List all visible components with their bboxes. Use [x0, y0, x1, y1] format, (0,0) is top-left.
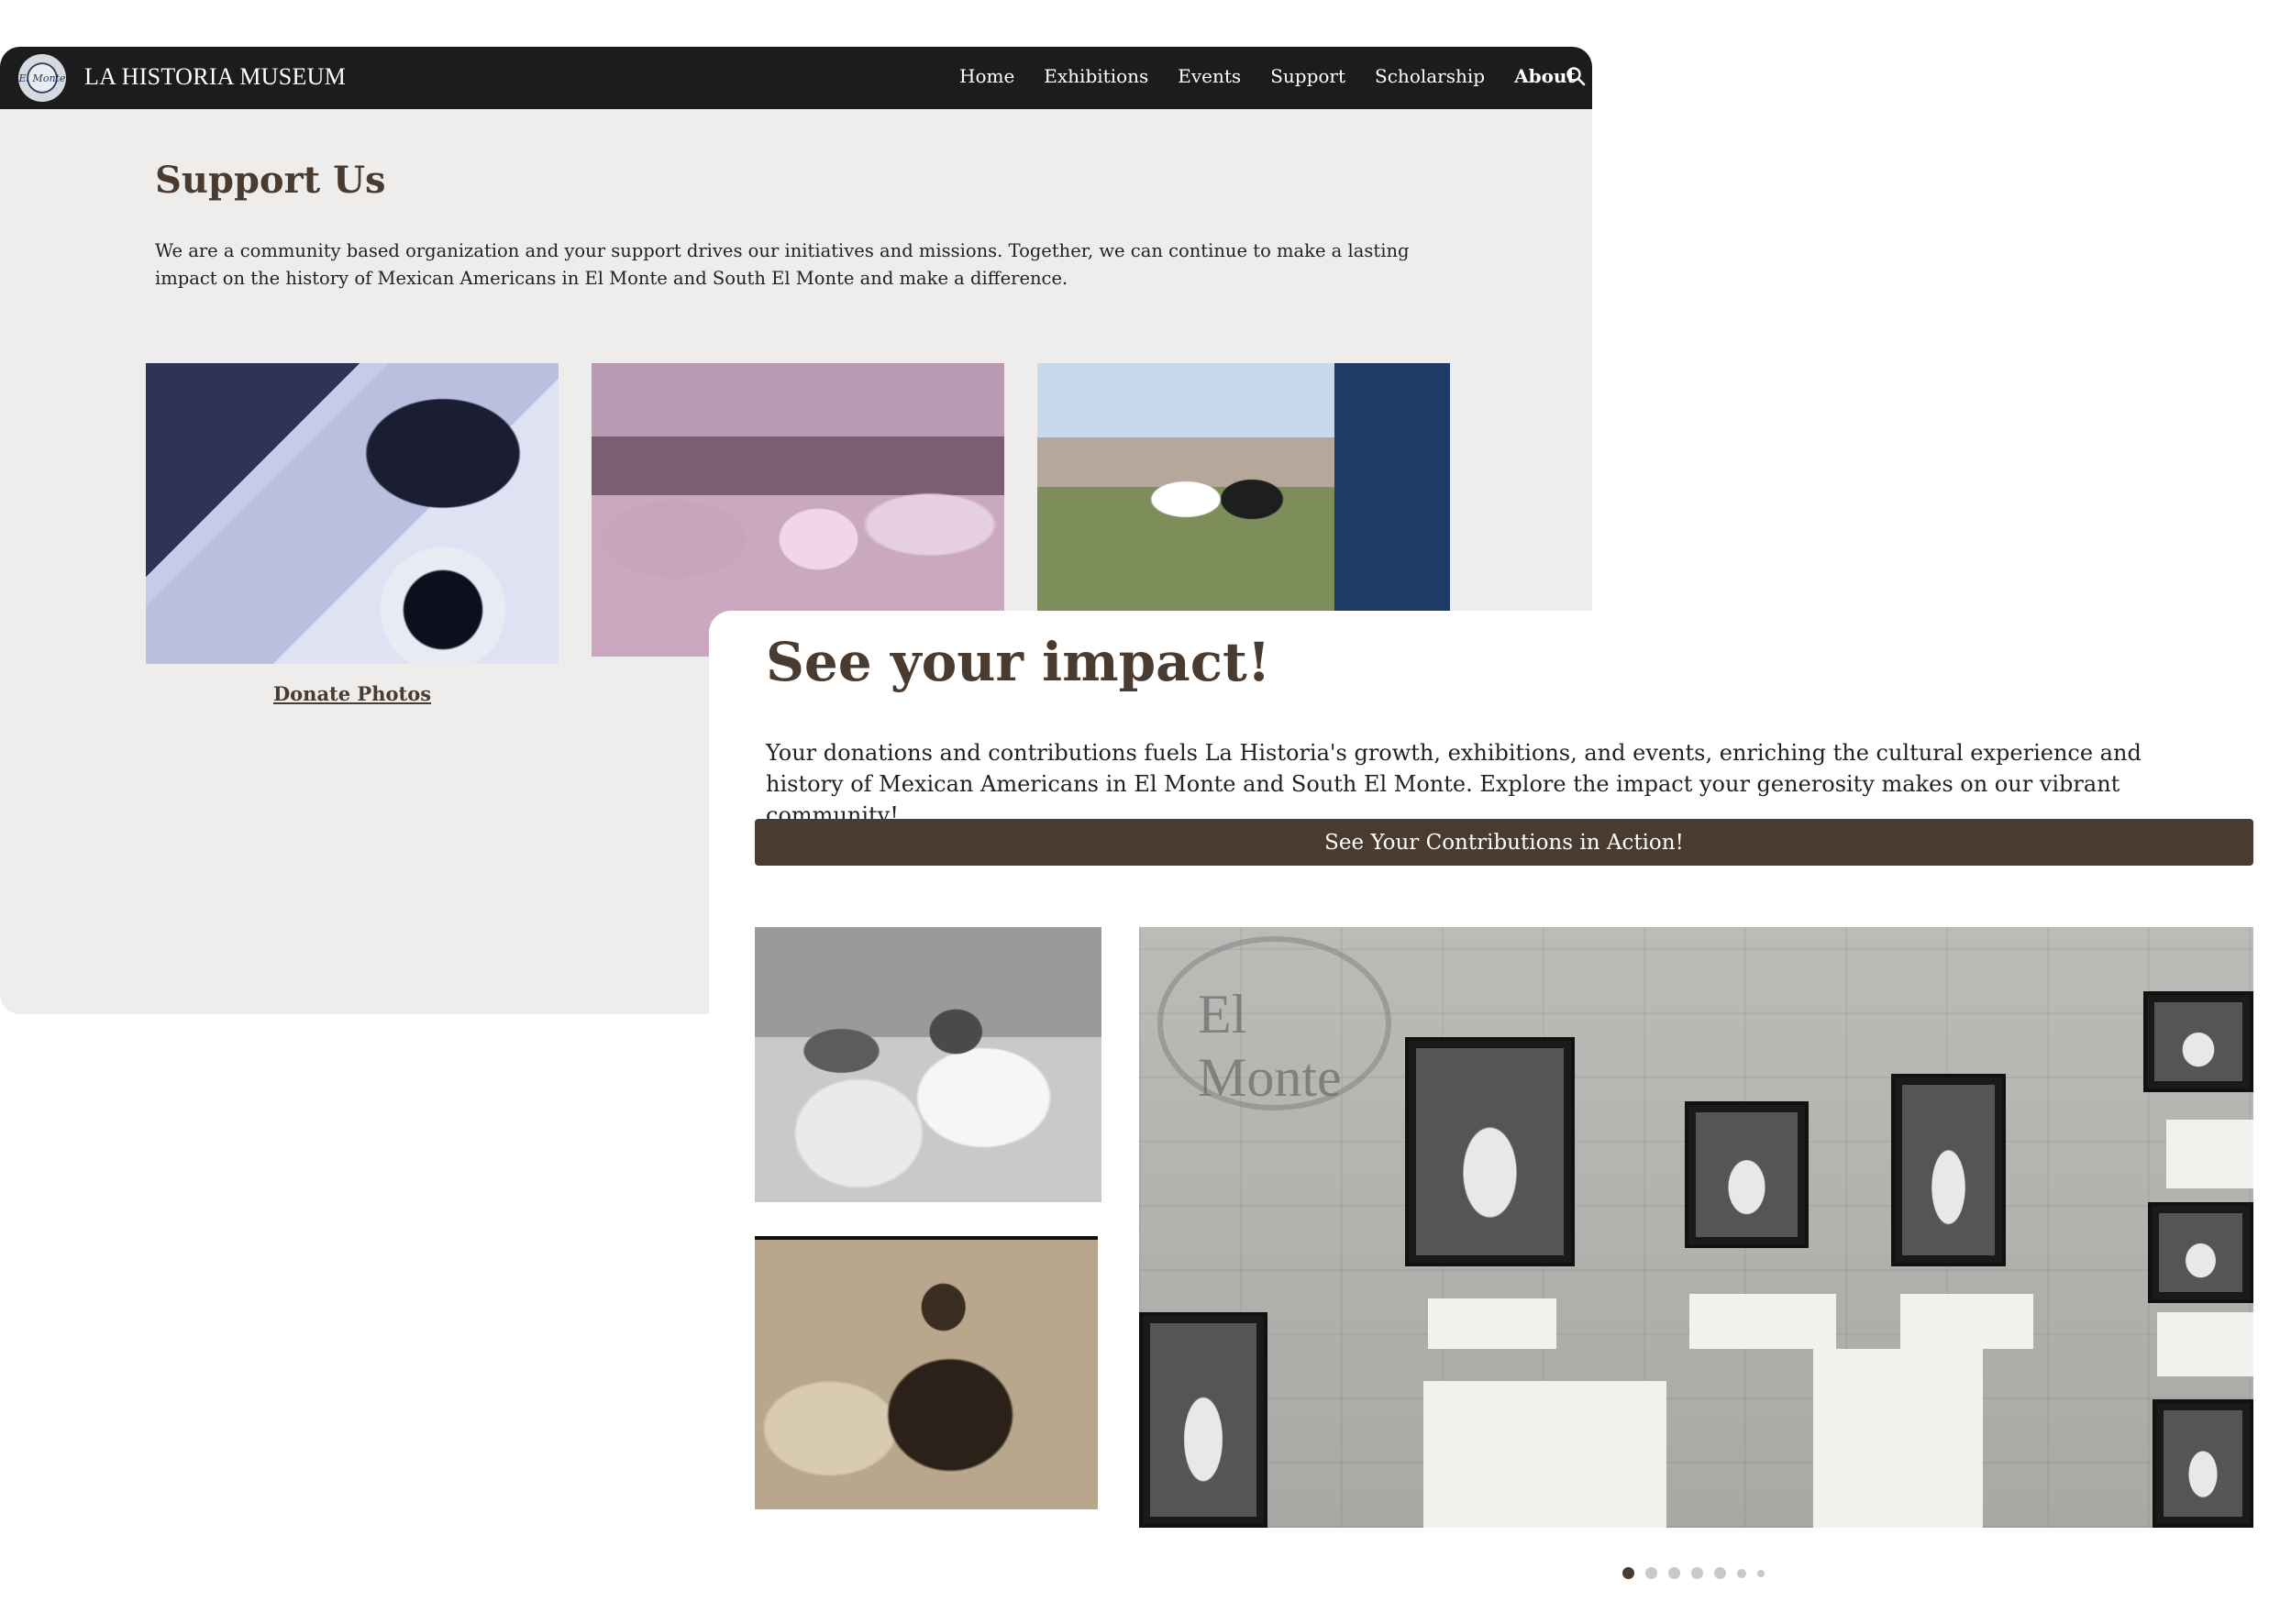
support-heading: Support Us [155, 159, 386, 202]
exhibit-placard [1689, 1294, 1836, 1349]
nav-item-support[interactable]: Support [1270, 65, 1345, 87]
exhibit-placard [1428, 1298, 1556, 1349]
impact-description: Your donations and contributions fuels L… [766, 740, 2142, 828]
carousel-dot[interactable] [1714, 1567, 1726, 1579]
stamp-text: El Monte [1198, 984, 1342, 1108]
exhibit-placard [2166, 1120, 2253, 1188]
exhibit-placard [1900, 1294, 2033, 1349]
exhibit-placard [2157, 1312, 2253, 1376]
gallery-photo-exhibit-wall[interactable]: El Monte [1139, 927, 2253, 1528]
exhibit-frame-church [1685, 1101, 1809, 1248]
site-title[interactable]: LA HISTORIA MUSEUM [84, 63, 346, 91]
carousel-dot[interactable] [1737, 1568, 1746, 1578]
top-navbar: El Monte LA HISTORIA MUSEUM Home Exhibit… [0, 47, 1592, 109]
carousel-dot[interactable] [1645, 1567, 1657, 1579]
exhibit-frame-wedding [1405, 1037, 1575, 1266]
nav-item-events[interactable]: Events [1178, 65, 1241, 87]
carousel-dot[interactable] [1668, 1567, 1680, 1579]
nav-links: Home Exhibitions Events Support Scholars… [959, 65, 1592, 87]
nav-item-exhibitions[interactable]: Exhibitions [1044, 65, 1148, 87]
search-icon[interactable] [1565, 65, 1587, 87]
exhibit-frame-left [1139, 1312, 1267, 1528]
exhibit-placard-text [1813, 1349, 1983, 1528]
exhibit-frame-bottom-right [2153, 1399, 2253, 1528]
nav-item-home[interactable]: Home [959, 65, 1014, 87]
exhibit-frame-bride [1891, 1074, 2006, 1266]
scholarship-photo-card[interactable] [1037, 363, 1450, 611]
exhibit-frame-mid-right [2148, 1202, 2253, 1303]
gallery-photo-man-portrait[interactable] [755, 1236, 1098, 1509]
logo-text: El Monte [18, 72, 66, 84]
yearbook-photo[interactable] [146, 363, 559, 664]
nav-item-scholarship[interactable]: Scholarship [1375, 65, 1485, 87]
carousel-pagination [1622, 1567, 1765, 1579]
impact-section-window: See your impact! Your donations and cont… [709, 611, 2280, 1624]
exhibit-frame-top-right [2143, 991, 2253, 1092]
donate-photos-card[interactable]: Donate Photos [146, 363, 559, 705]
exhibit-placard-text [1423, 1381, 1666, 1528]
carousel-dot[interactable] [1691, 1567, 1703, 1579]
scholarship-recipients-photo[interactable] [1037, 363, 1450, 611]
see-contributions-button[interactable]: See Your Contributions in Action! [755, 819, 2253, 866]
donate-photos-link[interactable]: Donate Photos [146, 682, 559, 705]
society-stamp-watermark: El Monte [1157, 936, 1391, 1110]
gallery-photo-children[interactable] [755, 927, 1101, 1202]
carousel-dot[interactable] [1622, 1567, 1634, 1579]
carousel-dot[interactable] [1757, 1569, 1765, 1577]
support-description: We are a community based organization an… [155, 240, 1410, 289]
museum-logo[interactable]: El Monte [18, 54, 66, 102]
impact-heading: See your impact! [766, 631, 1271, 693]
